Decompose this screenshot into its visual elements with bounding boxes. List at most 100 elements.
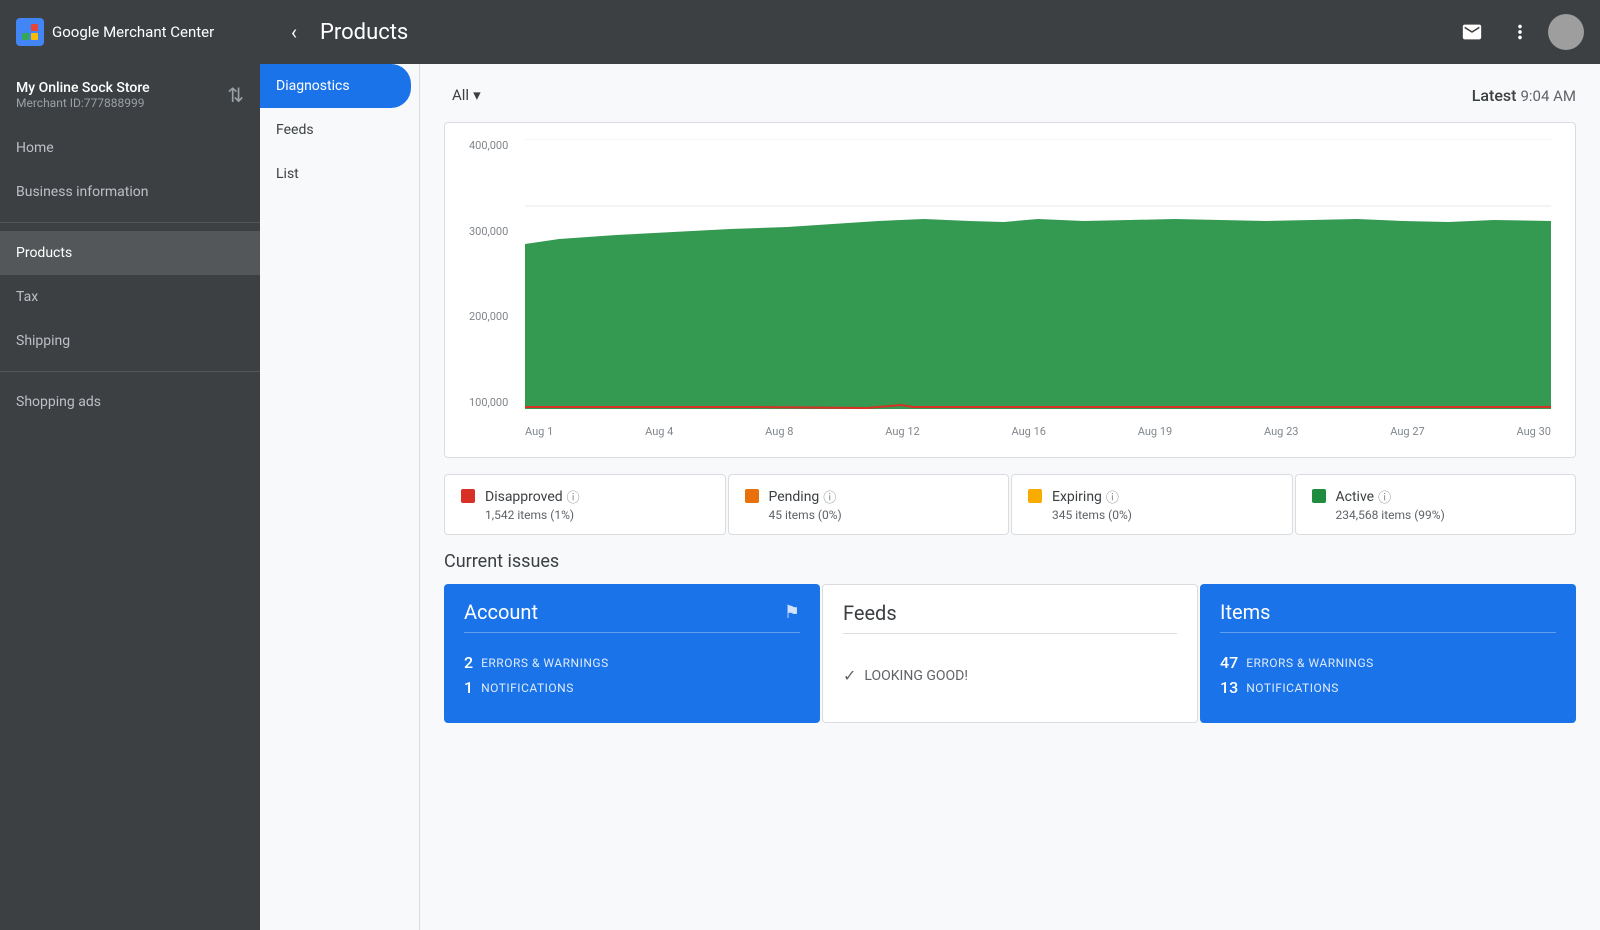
feeds-issue-card[interactable]: Feeds ✓ LOOKING GOOD!	[822, 584, 1198, 723]
items-divider	[1220, 632, 1556, 633]
legend-bar: Disapproved ⓘ 1,542 items (1%) Pending ⓘ…	[444, 474, 1576, 535]
expiring-info-icon: ⓘ	[1106, 487, 1119, 506]
items-notifications-stat: 13 NOTIFICATIONS	[1220, 678, 1556, 697]
latest-time: Latest 9:04 AM	[1472, 86, 1576, 105]
chart-svg-wrapper	[525, 139, 1551, 409]
account-issue-card[interactable]: Account ⚑ 2 ERRORS & WARNINGS 1 NOTIFI	[444, 584, 820, 723]
sidebar-item-shipping[interactable]: Shipping	[0, 319, 260, 363]
avatar[interactable]	[1548, 14, 1584, 50]
disapproved-count: 1,542 items (1%)	[485, 508, 580, 522]
legend-expiring[interactable]: Expiring ⓘ 345 items (0%)	[1011, 474, 1293, 535]
checkmark-icon: ✓	[843, 666, 856, 685]
items-card-title: Items	[1220, 600, 1270, 624]
sidebar-item-shopping-ads[interactable]: Shopping ads	[0, 380, 260, 424]
x-label-aug8: Aug 8	[765, 425, 793, 438]
main-content: All ▾ Latest 9:04 AM 400,000 300,000 200…	[420, 64, 1600, 930]
sub-nav-diagnostics[interactable]: Diagnostics	[260, 64, 411, 108]
items-notifications-label: NOTIFICATIONS	[1246, 681, 1339, 695]
account-card-title: Account	[464, 600, 538, 624]
section-title: Current issues	[444, 551, 1576, 572]
account-errors-count: 2	[464, 653, 473, 672]
sidebar-item-products[interactable]: Products	[0, 231, 260, 275]
latest-label: Latest	[1472, 86, 1517, 105]
x-label-aug23: Aug 23	[1264, 425, 1298, 438]
active-dot	[1312, 489, 1326, 503]
issues-grid: Account ⚑ 2 ERRORS & WARNINGS 1 NOTIFI	[444, 584, 1576, 723]
active-count: 234,568 items (99%)	[1336, 508, 1445, 522]
sidebar-item-home[interactable]: Home	[0, 126, 260, 170]
topbar: Google Merchant Center ‹ Products	[0, 0, 1600, 64]
items-errors-label: ERRORS & WARNINGS	[1246, 656, 1374, 670]
chart-area: 400,000 300,000 200,000 100,000	[469, 139, 1551, 449]
flag-icon: ⚑	[784, 602, 800, 623]
chart-svg	[525, 139, 1551, 409]
y-label-200k: 200,000	[469, 310, 508, 323]
expiring-label: Expiring ⓘ	[1052, 487, 1132, 506]
items-errors-stat: 47 ERRORS & WARNINGS	[1220, 653, 1556, 672]
y-label-300k: 300,000	[469, 225, 508, 238]
sidebar-divider-2	[0, 371, 260, 372]
account-errors-stat: 2 ERRORS & WARNINGS	[464, 653, 800, 672]
disapproved-text: Disapproved ⓘ 1,542 items (1%)	[485, 487, 580, 522]
x-label-aug4: Aug 4	[645, 425, 673, 438]
disapproved-dot	[461, 489, 475, 503]
sidebar-divider-1	[0, 222, 260, 223]
account-info: My Online Sock Store Merchant ID:7778889…	[16, 80, 150, 110]
active-label: Active ⓘ	[1336, 487, 1445, 506]
legend-disapproved[interactable]: Disapproved ⓘ 1,542 items (1%)	[444, 474, 726, 535]
y-label-400k: 400,000	[469, 139, 508, 152]
filter-bar: All ▾ Latest 9:04 AM	[444, 80, 1576, 110]
sub-nav-feeds[interactable]: Feeds	[260, 108, 419, 152]
account-card-body: 2 ERRORS & WARNINGS 1 NOTIFICATIONS	[444, 645, 820, 723]
pending-count: 45 items (0%)	[769, 508, 842, 522]
active-info-icon: ⓘ	[1378, 487, 1391, 506]
merchant-id: Merchant ID:777888999	[16, 96, 150, 110]
pending-info-icon: ⓘ	[823, 487, 836, 506]
y-label-100k: 100,000	[469, 396, 508, 409]
account-switcher[interactable]: My Online Sock Store Merchant ID:7778889…	[0, 64, 260, 126]
x-label-aug1: Aug 1	[525, 425, 553, 438]
layout: My Online Sock Store Merchant ID:7778889…	[0, 64, 1600, 930]
legend-active[interactable]: Active ⓘ 234,568 items (99%)	[1295, 474, 1577, 535]
collapse-button[interactable]: ‹	[276, 14, 312, 50]
chart-y-labels: 400,000 300,000 200,000 100,000	[469, 139, 508, 409]
expiring-text: Expiring ⓘ 345 items (0%)	[1052, 487, 1132, 522]
latest-time-value: 9:04 AM	[1520, 87, 1576, 105]
store-name: My Online Sock Store	[16, 80, 150, 96]
app-name: Google Merchant Center	[52, 23, 214, 41]
account-notifications-label: NOTIFICATIONS	[481, 681, 574, 695]
sidebar-item-business-information[interactable]: Business information	[0, 170, 260, 214]
feeds-good: ✓ LOOKING GOOD!	[823, 646, 1197, 705]
account-divider	[464, 632, 800, 633]
expiring-dot	[1028, 489, 1042, 503]
feeds-good-text: LOOKING GOOD!	[864, 668, 968, 684]
active-text: Active ⓘ 234,568 items (99%)	[1336, 487, 1445, 522]
account-card-header: Account ⚑	[444, 584, 820, 632]
sub-nav-list[interactable]: List	[260, 152, 419, 196]
items-issue-card[interactable]: Items 47 ERRORS & WARNINGS 13 NOTIFICATI…	[1200, 584, 1576, 723]
filter-dropdown[interactable]: All ▾	[444, 80, 489, 110]
chart-container: 400,000 300,000 200,000 100,000	[444, 122, 1576, 458]
filter-dropdown-icon: ▾	[473, 86, 481, 104]
account-notifications-stat: 1 NOTIFICATIONS	[464, 678, 800, 697]
mail-button[interactable]	[1452, 12, 1492, 52]
feeds-card-header: Feeds	[823, 585, 1197, 633]
feeds-card-title: Feeds	[843, 601, 897, 625]
sub-sidebar: Diagnostics Feeds List	[260, 64, 420, 930]
chart-x-labels: Aug 1 Aug 4 Aug 8 Aug 12 Aug 16 Aug 19 A…	[525, 417, 1551, 449]
disapproved-info-icon: ⓘ	[567, 487, 580, 506]
logo-icon	[16, 18, 44, 46]
account-arrow-icon: ⇅	[227, 83, 244, 107]
current-issues-section: Current issues Account ⚑ 2 ERRORS & WARN…	[444, 551, 1576, 723]
pending-dot	[745, 489, 759, 503]
x-label-aug16: Aug 16	[1011, 425, 1045, 438]
more-button[interactable]	[1500, 12, 1540, 52]
sidebar: My Online Sock Store Merchant ID:7778889…	[0, 64, 260, 930]
main-inner: All ▾ Latest 9:04 AM 400,000 300,000 200…	[420, 64, 1600, 739]
items-card-header: Items	[1200, 584, 1576, 632]
legend-pending[interactable]: Pending ⓘ 45 items (0%)	[728, 474, 1010, 535]
sidebar-item-tax[interactable]: Tax	[0, 275, 260, 319]
filter-label: All	[452, 86, 469, 104]
account-errors-label: ERRORS & WARNINGS	[481, 656, 609, 670]
pending-text: Pending ⓘ 45 items (0%)	[769, 487, 842, 522]
